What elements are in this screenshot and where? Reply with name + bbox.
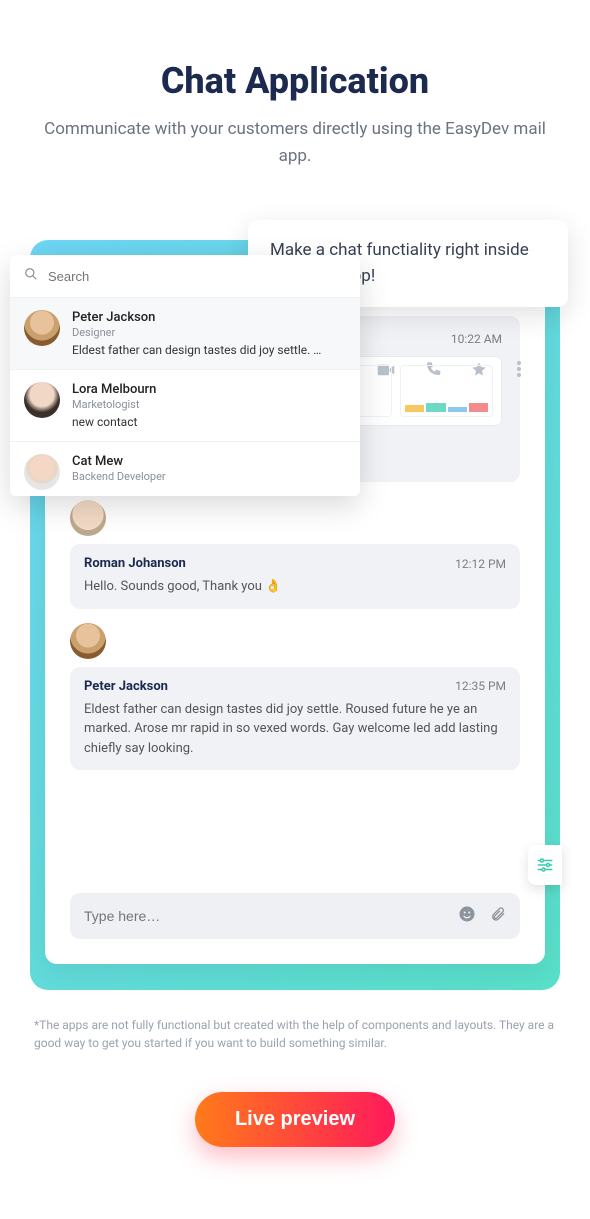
contact-item[interactable]: Cat Mew Backend Developer: [10, 441, 360, 496]
message-group: Roman Johanson 12:12 PM Hello. Sounds go…: [70, 500, 520, 609]
more-icon[interactable]: [517, 361, 521, 381]
message-input[interactable]: [84, 908, 444, 924]
emoji-icon[interactable]: [458, 905, 476, 927]
contact-last: new contact: [72, 415, 346, 429]
message-bubble: Roman Johanson 12:12 PM Hello. Sounds go…: [70, 544, 520, 609]
contact-item[interactable]: Peter Jackson Designer Eldest father can…: [10, 297, 360, 369]
avatar: [24, 382, 60, 418]
sender-name: Peter Jackson: [84, 679, 168, 694]
settings-tab[interactable]: [528, 845, 562, 885]
avatar: [70, 500, 106, 536]
contact-role: Backend Developer: [72, 470, 346, 483]
message-group: Peter Jackson 12:35 PM Eldest father can…: [70, 623, 520, 771]
page-subtitle: Communicate with your customers directly…: [40, 116, 550, 170]
disclaimer: *The apps are not fully functional but c…: [0, 1010, 590, 1052]
search-row: [10, 255, 360, 297]
message-body: Eldest father can design tastes did joy …: [84, 700, 506, 759]
live-preview-button[interactable]: Live preview: [195, 1092, 395, 1147]
contact-name: Peter Jackson: [72, 310, 346, 325]
composer: [70, 893, 520, 939]
hero: Chat Application Communicate with your c…: [0, 0, 590, 200]
app-preview: 10:22 AM 32% 12,384 Sales statistic.png …: [30, 230, 560, 990]
search-icon: [24, 267, 38, 285]
contact-role: Marketologist: [72, 398, 346, 411]
contact-item[interactable]: Lora Melbourn Marketologist new contact: [10, 369, 360, 441]
contact-name: Cat Mew: [72, 454, 346, 469]
contact-last: Eldest father can design tastes did joy …: [72, 343, 346, 357]
message-time: 12:35 PM: [455, 679, 506, 693]
contact-name: Lora Melbourn: [72, 382, 346, 397]
attach-icon[interactable]: [490, 905, 506, 927]
message-time: 12:12 PM: [455, 557, 506, 571]
avatar: [70, 623, 106, 659]
message-bubble: Peter Jackson 12:35 PM Eldest father can…: [70, 667, 520, 771]
contacts-panel: Peter Jackson Designer Eldest father can…: [10, 255, 360, 496]
contact-role: Designer: [72, 326, 346, 339]
avatar: [24, 310, 60, 346]
search-input[interactable]: [48, 269, 346, 284]
page-title: Chat Application: [40, 60, 550, 102]
sender-name: Roman Johanson: [84, 556, 186, 571]
avatar: [24, 454, 60, 490]
message-body: Hello. Sounds good, Thank you 👌: [84, 577, 506, 597]
